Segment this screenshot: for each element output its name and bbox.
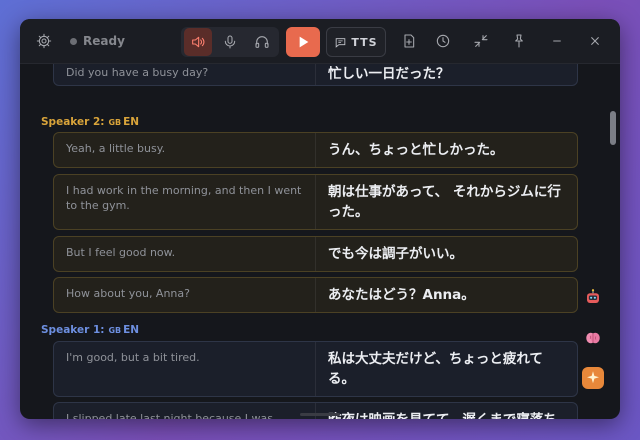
source-text: Did you have a busy day? <box>54 64 316 85</box>
audio-controls <box>181 27 279 57</box>
brain-icon[interactable] <box>582 327 604 349</box>
source-text: I had work in the morning, and then I we… <box>54 175 316 229</box>
play-icon <box>299 36 309 48</box>
toolbar: Ready TTS <box>20 19 620 64</box>
headphones-icon[interactable] <box>248 28 276 56</box>
sparkle-icon[interactable] <box>582 367 604 389</box>
tts-button[interactable]: TTS <box>326 27 386 57</box>
speaker-2-header: Speaker 2: GB EN <box>41 116 139 128</box>
source-text: But I feel good now. <box>54 237 316 271</box>
message-card: I'm good, but a bit tired. 私は大丈夫だけど、ちょっと… <box>53 341 578 397</box>
message-card: But I feel good now. でも今は調子がいい。 <box>53 236 578 272</box>
source-text: I slipped late last night because I was … <box>54 403 316 419</box>
collapse-icon[interactable] <box>467 27 495 55</box>
translation-text: 忙しい一日だった？ <box>328 66 450 82</box>
close-icon[interactable] <box>581 27 609 55</box>
translation-text: 朝は仕事があって、 それからジムに行った。 <box>328 184 561 220</box>
speaker-1-header: Speaker 1: GB EN <box>41 324 139 336</box>
clock-icon[interactable] <box>429 27 457 55</box>
tts-label: TTS <box>351 35 378 49</box>
status-dot <box>70 37 77 45</box>
source-text: Yeah, a little busy. <box>54 133 316 167</box>
status-indicator: Ready <box>70 33 125 49</box>
source-text: I'm good, but a bit tired. <box>54 342 316 396</box>
message-card: I had work in the morning, and then I we… <box>53 174 578 230</box>
source-text: How about you, Anna? <box>54 278 316 312</box>
gear-icon[interactable] <box>30 27 58 55</box>
message-icon <box>336 37 346 48</box>
pin-icon[interactable] <box>505 27 533 55</box>
language-code: EN <box>123 324 140 336</box>
speaker-icon[interactable] <box>184 28 212 56</box>
scrollbar-thumb[interactable] <box>610 111 616 145</box>
translation-text: うん、ちょっと忙しかった。 <box>328 142 504 158</box>
conversation-area[interactable]: Did you have a busy day? 忙しい一日だった？ Speak… <box>20 64 620 419</box>
translation-text: でも今は調子がいい。 <box>328 246 463 262</box>
message-card: I slipped late last night because I was … <box>53 402 578 419</box>
message-card: Yeah, a little busy. うん、ちょっと忙しかった。 <box>53 132 578 168</box>
resize-handle[interactable] <box>300 413 340 416</box>
speaker-label: Speaker 2: <box>41 116 105 128</box>
add-file-icon[interactable] <box>395 27 423 55</box>
microphone-icon[interactable] <box>216 28 244 56</box>
message-card: How about you, Anna? あなたはどう？Anna。 <box>53 277 578 313</box>
play-button[interactable] <box>286 27 320 57</box>
message-card: Did you have a busy day? 忙しい一日だった？ <box>53 64 578 86</box>
robot-icon[interactable] <box>582 286 604 308</box>
flag-gb-icon: GB <box>108 326 122 335</box>
translation-text: 私は大丈夫だけど、ちょっと疲れてる。 <box>328 351 543 387</box>
flag-gb-icon: GB <box>108 118 122 127</box>
language-code: EN <box>123 116 140 128</box>
speaker-label: Speaker 1: <box>41 324 105 336</box>
minimize-icon[interactable] <box>543 27 571 55</box>
status-text: Ready <box>83 34 125 48</box>
translation-text: あなたはどう？Anna。 <box>328 287 475 303</box>
translation-text: 昨夜は映画を見てて、遅くまで寝落ちしちゃった。 <box>316 403 577 419</box>
app-window: Ready TTS Did you have a busy day? 忙しい一日… <box>20 19 620 419</box>
